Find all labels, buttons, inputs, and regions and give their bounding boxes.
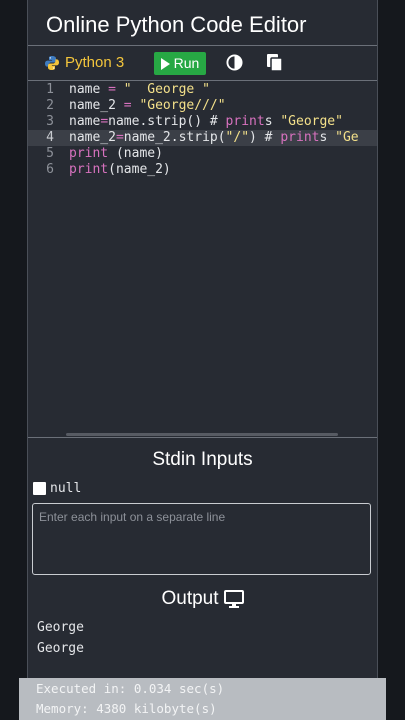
code-editor[interactable]: 1 name = " George " 2 name_2 = "George///" 3… xyxy=(28,81,377,436)
code-line[interactable]: 5 print (name) xyxy=(28,146,377,162)
page-title: Online Python Code Editor xyxy=(46,12,307,37)
run-button[interactable]: Run xyxy=(154,52,206,75)
python-logo-icon xyxy=(45,56,59,70)
null-checkbox[interactable] xyxy=(33,482,46,495)
output-panel: George George xyxy=(37,617,84,659)
line-number: 1 xyxy=(46,82,54,97)
code-text: print(name_2) xyxy=(69,162,171,177)
stdin-title: Stdin Inputs xyxy=(152,449,253,470)
copy-icon[interactable] xyxy=(266,53,284,72)
line-number: 2 xyxy=(46,98,54,113)
code-text: name=name.strip() # prints "George" xyxy=(69,114,343,129)
output-header: Output xyxy=(28,588,377,610)
code-line[interactable]: 6 print(name_2) xyxy=(28,162,377,178)
line-number: 6 xyxy=(46,162,54,177)
code-text: print (name) xyxy=(69,146,163,161)
code-line[interactable]: 3 name=name.strip() # prints "George" xyxy=(28,114,377,130)
divider xyxy=(28,437,377,438)
line-number: 3 xyxy=(46,114,54,129)
code-text: name_2=name_2.strip("/") # prints "Ge xyxy=(69,130,359,145)
monitor-icon xyxy=(223,590,244,608)
language-selector[interactable]: Python 3 xyxy=(44,52,124,74)
execution-stats: Executed in: 0.034 sec(s) Memory: 4380 k… xyxy=(19,678,386,720)
code-text: name = " George " xyxy=(69,82,210,97)
code-line[interactable]: 2 name_2 = "George///" xyxy=(28,98,377,114)
code-line[interactable]: 4 name_2=name_2.strip("/") # prints "Ge xyxy=(28,130,377,146)
null-label: null xyxy=(50,481,82,496)
run-label: Run xyxy=(173,55,200,71)
code-line[interactable]: 1 name = " George " xyxy=(28,82,377,98)
line-number: 4 xyxy=(46,130,54,145)
play-icon xyxy=(160,57,170,70)
editor-scrollbar[interactable] xyxy=(66,433,338,436)
output-line: George xyxy=(37,641,84,656)
editor-app: Online Python Code Editor Python 3 Run 1… xyxy=(27,0,378,720)
line-number: 5 xyxy=(46,146,54,161)
output-title: Output xyxy=(161,588,219,609)
stdin-input[interactable] xyxy=(33,504,370,574)
output-line: George xyxy=(37,620,84,635)
executed-time: Executed in: 0.034 sec(s) xyxy=(36,681,225,696)
stdin-box xyxy=(32,503,371,575)
null-option[interactable]: null xyxy=(33,481,81,496)
memory-usage: Memory: 4380 kilobyte(s) xyxy=(36,701,217,716)
toolbar: Python 3 Run xyxy=(28,46,377,80)
language-label: Python 3 xyxy=(65,54,125,71)
code-text: name_2 = "George///" xyxy=(69,98,226,113)
contrast-icon[interactable] xyxy=(226,54,243,71)
